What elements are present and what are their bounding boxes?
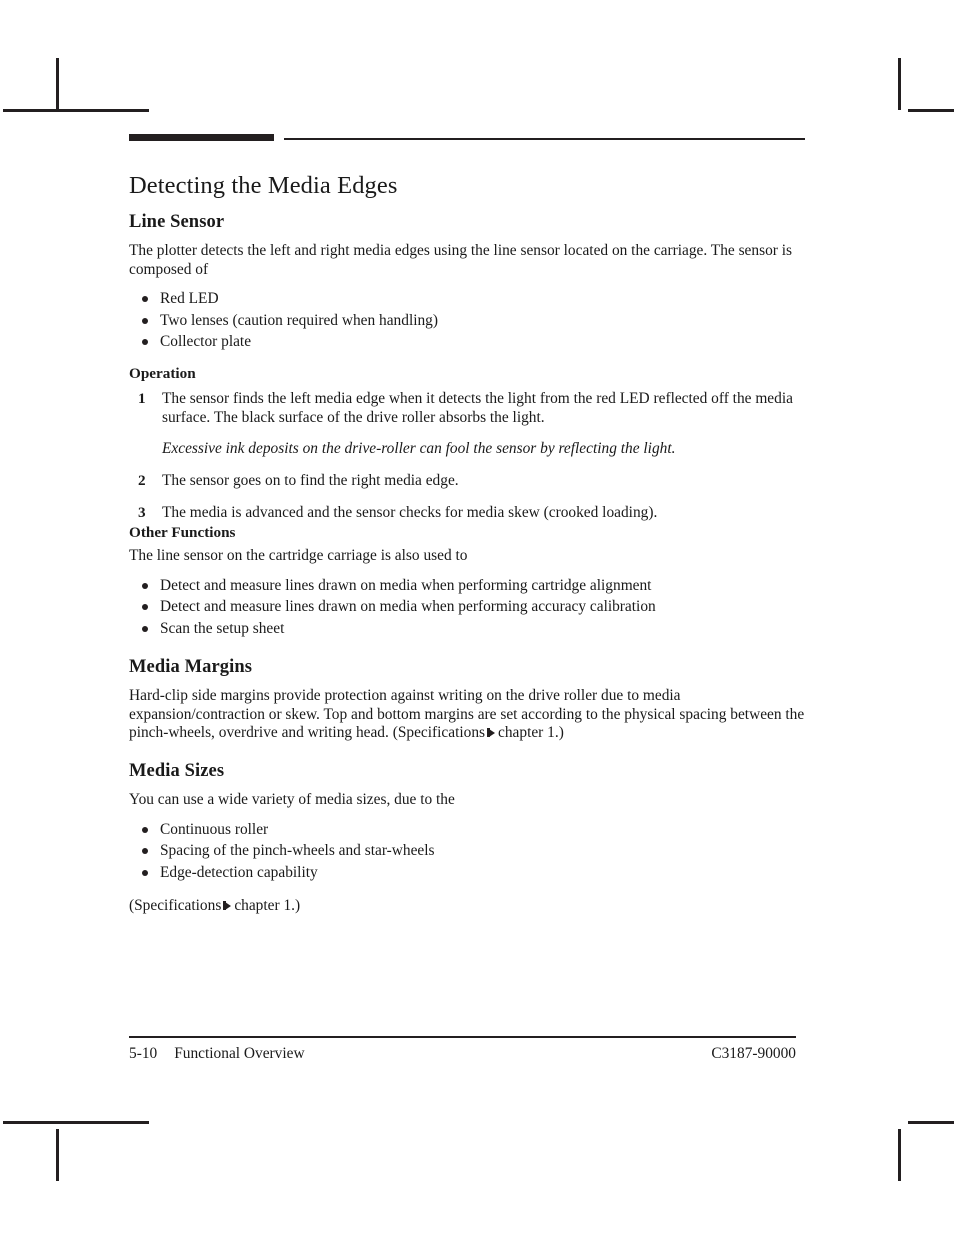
media-margins-text-after-xref: chapter 1.) [498, 724, 564, 742]
footer-rule [129, 1036, 796, 1038]
media-sizes-xref-after: chapter 1.) [234, 897, 301, 915]
list-item-label: Detect and measure lines drawn on media … [160, 576, 652, 594]
paragraph-other-functions-intro: The line sensor on the cartridge carriag… [129, 547, 468, 565]
heading-media-sizes: Media Sizes [129, 761, 225, 781]
footer-part-number: C3187-90000 [711, 1045, 796, 1062]
paragraph-line-sensor-intro: The plotter detects the left and right m… [129, 242, 793, 278]
step-item: 2 The sensor goes on to find the right m… [129, 472, 805, 491]
list-item-label: Scan the setup sheet [160, 619, 285, 637]
step-number: 2 [138, 472, 146, 490]
list-line-sensor-components: Red LED Two lenses (caution required whe… [129, 288, 805, 352]
list-item: Spacing of the pinch-wheels and star-whe… [129, 840, 805, 861]
list-item-label: Continuous roller [160, 820, 269, 838]
list-item-label: Two lenses (caution required when handli… [160, 311, 439, 329]
header-rule-thick [129, 134, 274, 141]
bullet-icon [142, 826, 148, 833]
bullet-icon [142, 604, 148, 611]
heading-line-sensor: Line Sensor [129, 212, 225, 232]
step-text: The media is advanced and the sensor che… [162, 503, 658, 521]
list-operation-steps: 1 The sensor finds the left media edge w… [129, 390, 805, 522]
header-rule-group [129, 134, 805, 146]
crop-mark-bottom-right-vertical [898, 1129, 901, 1181]
header-rule-thin [284, 138, 805, 140]
step-item: 3 The media is advanced and the sensor c… [129, 504, 805, 523]
paragraph-media-margins: Hard-clip side margins provide protectio… [129, 687, 805, 743]
list-item: Two lenses (caution required when handli… [129, 310, 805, 331]
section-media-margins: Media Margins Hard-clip side margins pro… [129, 657, 805, 743]
crop-mark-top-right-horizontal [908, 109, 954, 112]
list-item: Detect and measure lines drawn on media … [129, 596, 805, 617]
section-media-sizes: Media Sizes You can use a wide variety o… [129, 761, 805, 916]
step-text: The sensor goes on to find the right med… [162, 472, 459, 490]
crop-mark-bottom-left-vertical [56, 1129, 59, 1181]
heading-media-margins: Media Margins [129, 657, 253, 677]
paragraph-media-sizes-xref: (Specifications chapter 1.) [129, 897, 805, 916]
paragraph-media-sizes-intro: You can use a wide variety of media size… [129, 791, 455, 809]
crop-mark-top-right-vertical [898, 58, 901, 110]
bullet-icon [142, 625, 148, 632]
list-item: Scan the setup sheet [129, 618, 805, 639]
cross-reference-arrow-icon [487, 727, 496, 738]
section-other-functions: Other Functions The line sensor on the c… [129, 524, 805, 639]
section-operation: Operation 1 The sensor finds the left me… [129, 365, 805, 535]
section-line-sensor: Line Sensor The plotter detects the left… [129, 212, 805, 353]
crop-mark-top-left-horizontal [3, 109, 149, 112]
list-media-sizes: Continuous roller Spacing of the pinch-w… [129, 819, 805, 883]
list-item: Detect and measure lines drawn on media … [129, 575, 805, 596]
cross-reference-arrow-icon [223, 900, 232, 911]
list-item-label: Spacing of the pinch-wheels and star-whe… [160, 842, 435, 860]
step-text: The sensor finds the left media edge whe… [162, 390, 793, 426]
crop-mark-bottom-right-horizontal [908, 1121, 954, 1124]
list-item-label: Edge-detection capability [160, 863, 318, 881]
step-number: 3 [138, 503, 146, 521]
list-item: Red LED [129, 288, 805, 309]
bullet-icon [142, 317, 148, 324]
crop-mark-bottom-left-horizontal [3, 1121, 149, 1124]
list-item: Edge-detection capability [129, 862, 805, 883]
step-item: 1 The sensor finds the left media edge w… [129, 390, 805, 427]
bullet-icon [142, 339, 148, 346]
list-item-label: Detect and measure lines drawn on media … [160, 598, 656, 616]
step-number: 1 [138, 390, 146, 408]
list-item-label: Collector plate [160, 333, 252, 351]
operation-note: Excessive ink deposits on the drive-roll… [162, 440, 676, 458]
bullet-icon [142, 296, 148, 303]
crop-mark-top-left-vertical [56, 58, 59, 110]
list-item: Collector plate [129, 331, 805, 352]
page-title: Detecting the Media Edges [129, 172, 398, 200]
bullet-icon [142, 848, 148, 855]
list-item: Continuous roller [129, 819, 805, 840]
heading-other-functions: Other Functions [129, 524, 236, 541]
heading-operation: Operation [129, 365, 196, 382]
bullet-icon [142, 869, 148, 876]
bullet-icon [142, 582, 148, 589]
page-content: Detecting the Media Edges Line Sensor Th… [129, 0, 805, 1235]
media-sizes-xref-before: (Specifications [129, 897, 222, 915]
media-margins-text-before-xref: Hard-clip side margins provide protectio… [129, 687, 805, 742]
list-other-functions: Detect and measure lines drawn on media … [129, 575, 805, 639]
list-item-label: Red LED [160, 290, 219, 308]
